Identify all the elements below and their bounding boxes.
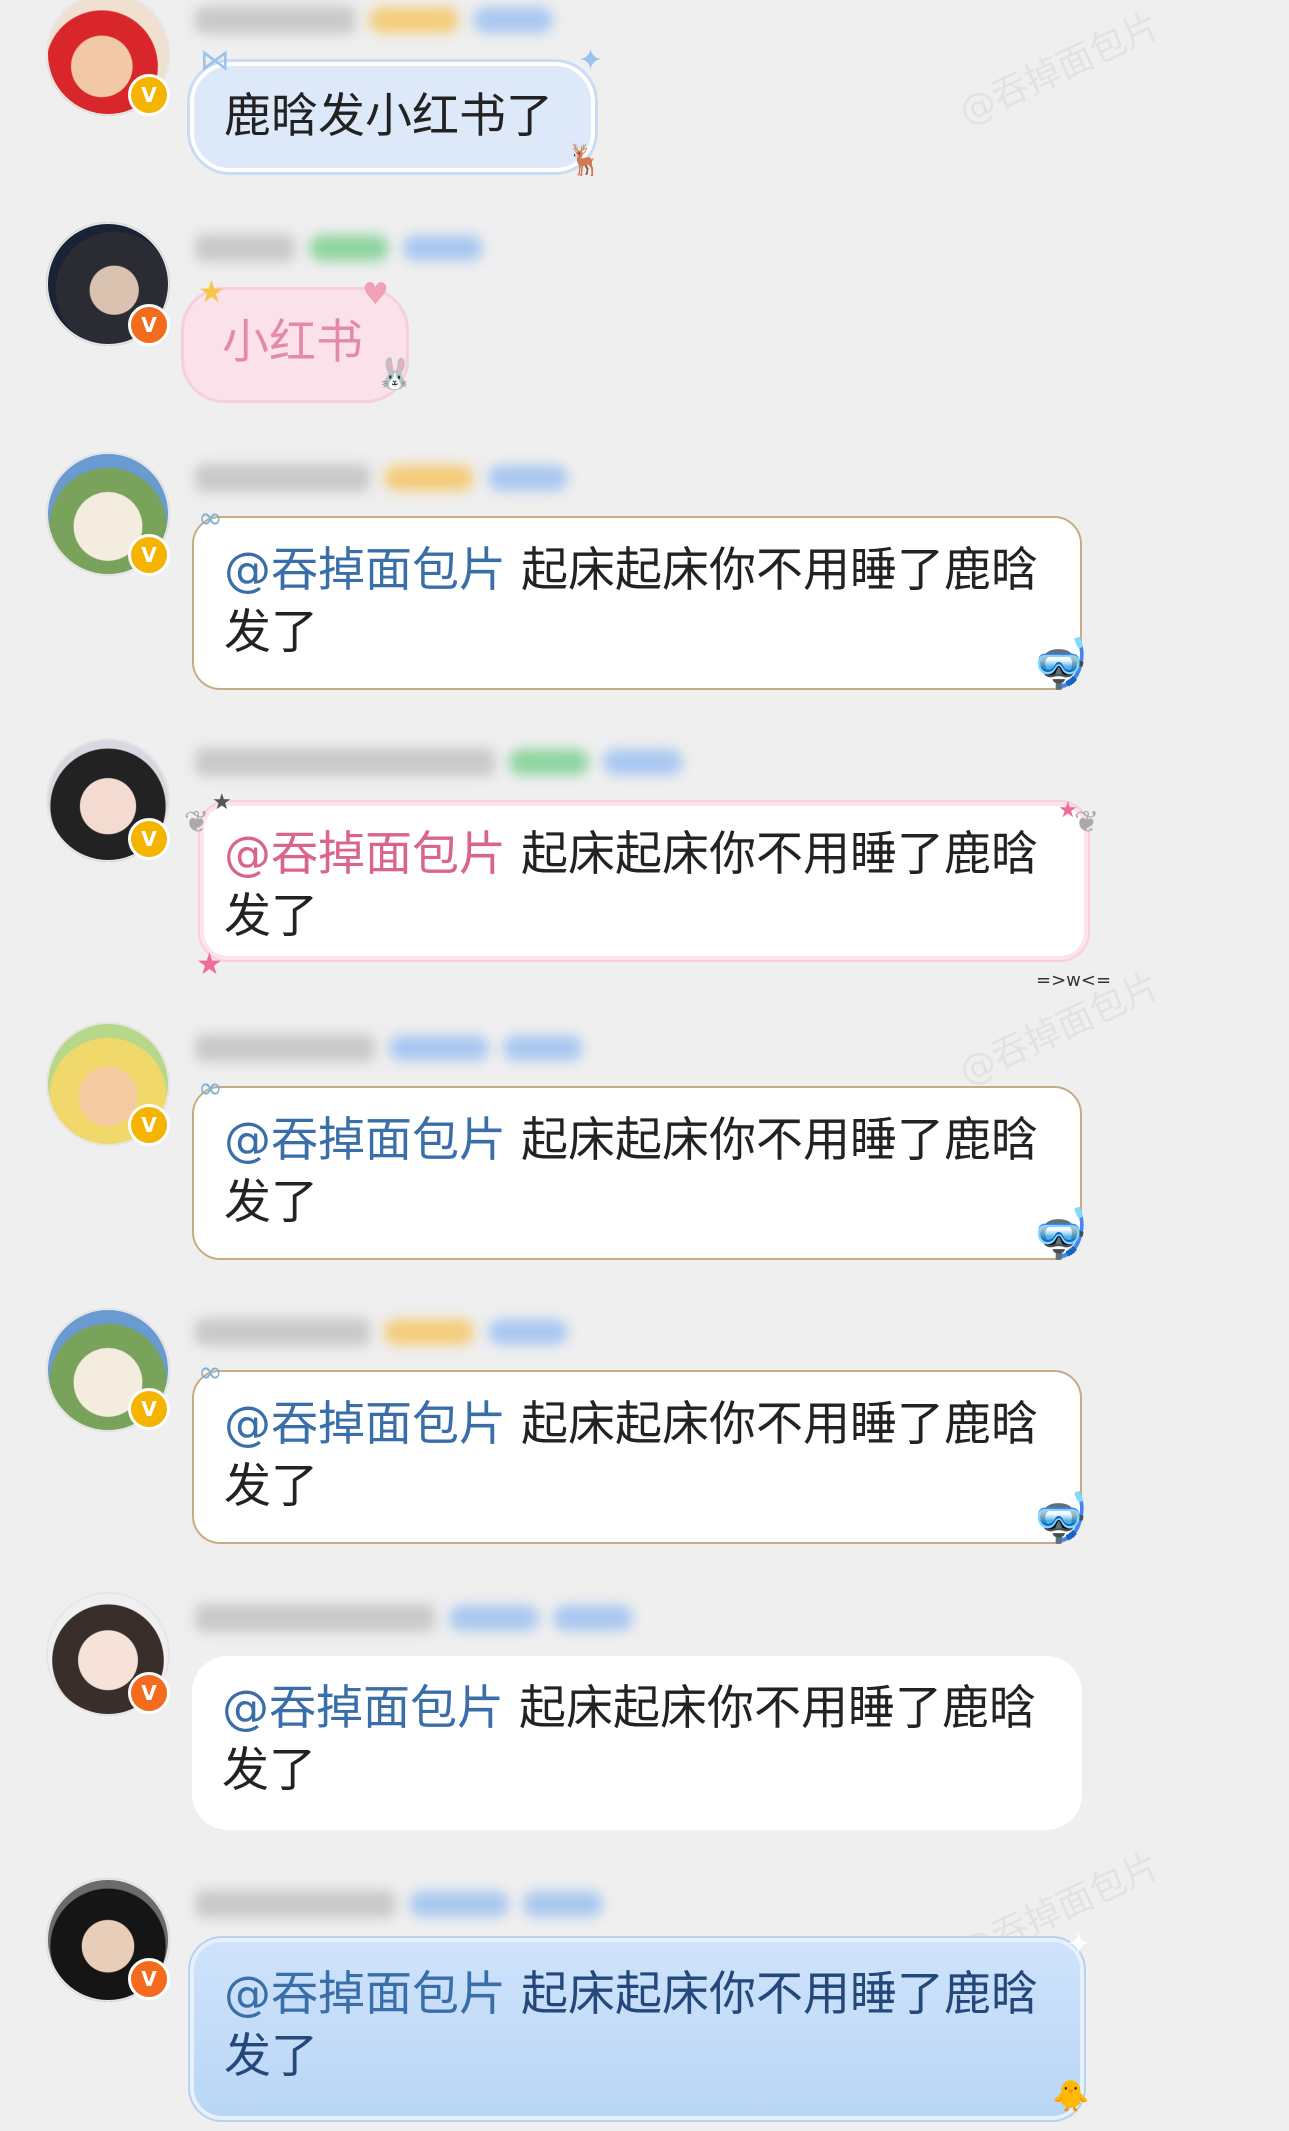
sender-info-blurred bbox=[195, 1886, 603, 1922]
goggles-icon: ∞ bbox=[198, 1071, 223, 1106]
goggles-icon: ∞ bbox=[198, 1355, 223, 1390]
message-text: 鹿晗发小红书了 bbox=[224, 89, 553, 144]
mention-link[interactable]: @吞掉面包片 bbox=[222, 1681, 504, 1736]
star-icon: ★ bbox=[198, 275, 225, 310]
deer-sticker-icon: 🦌 bbox=[566, 143, 604, 178]
bow-icon: ⋈ bbox=[200, 43, 230, 78]
mention-link[interactable]: @吞掉面包片 bbox=[224, 543, 506, 598]
message-bubble[interactable]: @吞掉面包片 起床起床你不用睡了鹿晗 发了 bbox=[194, 1942, 1080, 2116]
watermark: @吞掉面包片 bbox=[952, 4, 1167, 134]
snorkel-mask-icon: 🤿 bbox=[1030, 1490, 1090, 1546]
snorkel-mask-icon: 🤿 bbox=[1030, 636, 1090, 692]
message-bubble[interactable]: @吞掉面包片 起床起床你不用睡了鹿晗 发了 bbox=[192, 516, 1082, 690]
sparkle-icon: ✦ bbox=[1066, 1927, 1092, 1962]
message-text: 发了 bbox=[224, 1175, 318, 1230]
sender-info-blurred bbox=[195, 2, 553, 38]
message-text: 发了 bbox=[224, 1459, 318, 1514]
sender-info-blurred bbox=[195, 744, 683, 780]
message-text: 起床起床你不用睡了鹿晗 bbox=[520, 1967, 1038, 2022]
message-text: 发了 bbox=[224, 2029, 318, 2084]
snorkel-mask-icon: 🤿 bbox=[1030, 1206, 1090, 1262]
heart-wing-icon: ♥ bbox=[362, 277, 389, 312]
sparkle-icon: ✦ bbox=[578, 43, 604, 78]
verified-badge-icon: V bbox=[128, 1388, 170, 1430]
sender-info-blurred bbox=[195, 1314, 568, 1350]
verified-badge-icon: V bbox=[128, 1958, 170, 2000]
message-bubble[interactable]: 鹿晗发小红书了 bbox=[190, 62, 595, 172]
verified-badge-icon: V bbox=[128, 1104, 170, 1146]
message-text: 起床起床你不用睡了鹿晗 bbox=[518, 1681, 1036, 1736]
sender-info-blurred bbox=[195, 230, 483, 266]
message-text: 发了 bbox=[224, 889, 318, 944]
mention-link[interactable]: @吞掉面包片 bbox=[224, 827, 506, 882]
mention-link[interactable]: @吞掉面包片 bbox=[224, 1397, 506, 1452]
bunny-sticker-icon: 🐰 bbox=[376, 357, 414, 392]
sender-info-blurred bbox=[195, 1030, 583, 1066]
angel-wing-icon: ❦ bbox=[1074, 805, 1100, 840]
star-icon: ★ bbox=[212, 790, 232, 815]
chick-sticker-icon: 🐥 bbox=[1052, 2079, 1090, 2114]
message-bubble[interactable]: @吞掉面包片 起床起床你不用睡了鹿晗 发了 bbox=[192, 1370, 1082, 1544]
verified-badge-icon: V bbox=[128, 818, 170, 860]
verified-badge-icon: V bbox=[128, 534, 170, 576]
emote-text: =>w<= bbox=[1036, 970, 1112, 991]
sender-info-blurred bbox=[195, 1600, 633, 1636]
message-bubble[interactable]: @吞掉面包片 起床起床你不用睡了鹿晗 发了 bbox=[192, 1086, 1082, 1260]
message-text: 发了 bbox=[224, 605, 318, 660]
star-icon: ★ bbox=[196, 947, 223, 982]
goggles-icon: ∞ bbox=[198, 501, 223, 536]
message-bubble[interactable]: @吞掉面包片 起床起床你不用睡了鹿晗 发了 bbox=[204, 806, 1084, 956]
angel-wing-icon: ❦ bbox=[184, 805, 210, 840]
message-text: 起床起床你不用睡了鹿晗 bbox=[520, 827, 1038, 882]
verified-badge-icon: V bbox=[128, 74, 170, 116]
message-bubble[interactable]: @吞掉面包片 起床起床你不用睡了鹿晗 发了 bbox=[192, 1656, 1082, 1830]
mention-link[interactable]: @吞掉面包片 bbox=[224, 1113, 506, 1168]
message-text: 起床起床你不用睡了鹿晗 bbox=[520, 1397, 1038, 1452]
message-text: 起床起床你不用睡了鹿晗 bbox=[520, 1113, 1038, 1168]
sender-info-blurred bbox=[195, 460, 568, 496]
message-text: 发了 bbox=[222, 1743, 316, 1798]
message-text: 小红书 bbox=[222, 315, 363, 370]
verified-badge-icon: V bbox=[128, 304, 170, 346]
message-text: 起床起床你不用睡了鹿晗 bbox=[520, 543, 1038, 598]
mention-link[interactable]: @吞掉面包片 bbox=[224, 1967, 506, 2022]
verified-badge-icon: V bbox=[128, 1672, 170, 1714]
